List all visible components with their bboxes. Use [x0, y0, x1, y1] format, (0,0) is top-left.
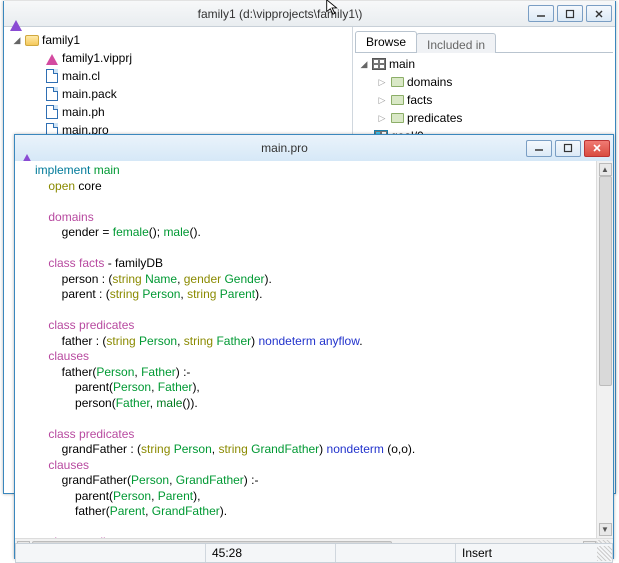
tab-included-in[interactable]: Included in	[416, 33, 496, 53]
status-cell	[336, 544, 456, 562]
browse-tabs: Browse Included in	[355, 31, 613, 53]
maximize-button[interactable]	[555, 140, 581, 157]
module-icon	[371, 56, 387, 72]
tree-root[interactable]: ◢ family1	[6, 31, 350, 49]
file-icon	[44, 104, 60, 120]
browse-item-main[interactable]: ◢ main	[355, 55, 613, 73]
status-bar: 45:28 Insert	[15, 543, 613, 563]
scroll-down-icon[interactable]: ▼	[599, 523, 612, 536]
expander-icon[interactable]: ▷	[377, 77, 387, 88]
status-cell	[16, 544, 206, 562]
tree-file[interactable]: family1.vipprj	[6, 49, 350, 67]
tree-label: family1.vipprj	[62, 51, 132, 65]
browse-label: predicates	[407, 111, 462, 125]
browse-label: main	[389, 57, 415, 71]
close-button[interactable]	[586, 5, 612, 22]
minimize-button[interactable]	[526, 140, 552, 157]
app-icon	[10, 6, 26, 22]
app-icon	[21, 140, 37, 156]
browse-item[interactable]: ▷ facts	[355, 91, 613, 109]
close-button[interactable]	[584, 140, 610, 157]
file-icon	[44, 68, 60, 84]
tree-file[interactable]: main.cl	[6, 67, 350, 85]
folder-icon	[389, 74, 405, 90]
expander-icon[interactable]: ▷	[377, 95, 387, 106]
tree-label: family1	[42, 33, 80, 47]
maximize-button[interactable]	[557, 5, 583, 22]
vertical-scrollbar[interactable]: ▲ ▼	[596, 161, 613, 538]
project-title: family1 (d:\vipprojects\family1\)	[32, 7, 528, 21]
editor-titlebar[interactable]: main.pro	[15, 135, 613, 161]
tab-browse[interactable]: Browse	[355, 31, 417, 52]
tree-file[interactable]: main.ph	[6, 103, 350, 121]
resize-grip-icon[interactable]	[597, 546, 612, 561]
editor-gutter	[15, 161, 33, 538]
expander-icon[interactable]: ▷	[377, 113, 387, 124]
folder-icon	[389, 92, 405, 108]
folder-icon	[24, 32, 40, 48]
browse-item[interactable]: ▷ domains	[355, 73, 613, 91]
browse-label: domains	[407, 75, 452, 89]
minimize-button[interactable]	[528, 5, 554, 22]
scroll-track[interactable]	[599, 176, 612, 523]
tree-label: main.pack	[62, 87, 117, 101]
expander-icon[interactable]: ◢	[12, 35, 22, 46]
status-position: 45:28	[206, 544, 336, 562]
status-insert-mode: Insert	[456, 544, 556, 562]
tree-label: main.ph	[62, 105, 105, 119]
scroll-up-icon[interactable]: ▲	[599, 163, 612, 176]
folder-icon	[389, 110, 405, 126]
file-icon	[44, 86, 60, 102]
editor-title: main.pro	[43, 141, 526, 155]
browse-item[interactable]: ▷ predicates	[355, 109, 613, 127]
code-editor[interactable]: implement main open core domains gender …	[33, 161, 596, 538]
project-file-icon	[44, 50, 60, 66]
browse-label: facts	[407, 93, 432, 107]
expander-icon[interactable]: ◢	[359, 59, 369, 70]
scroll-thumb[interactable]	[599, 176, 612, 386]
tree-file[interactable]: main.pack	[6, 85, 350, 103]
tree-label: main.cl	[62, 69, 100, 83]
editor-window: main.pro implement main open core domain…	[14, 134, 614, 559]
project-titlebar[interactable]: family1 (d:\vipprojects\family1\)	[4, 1, 615, 27]
